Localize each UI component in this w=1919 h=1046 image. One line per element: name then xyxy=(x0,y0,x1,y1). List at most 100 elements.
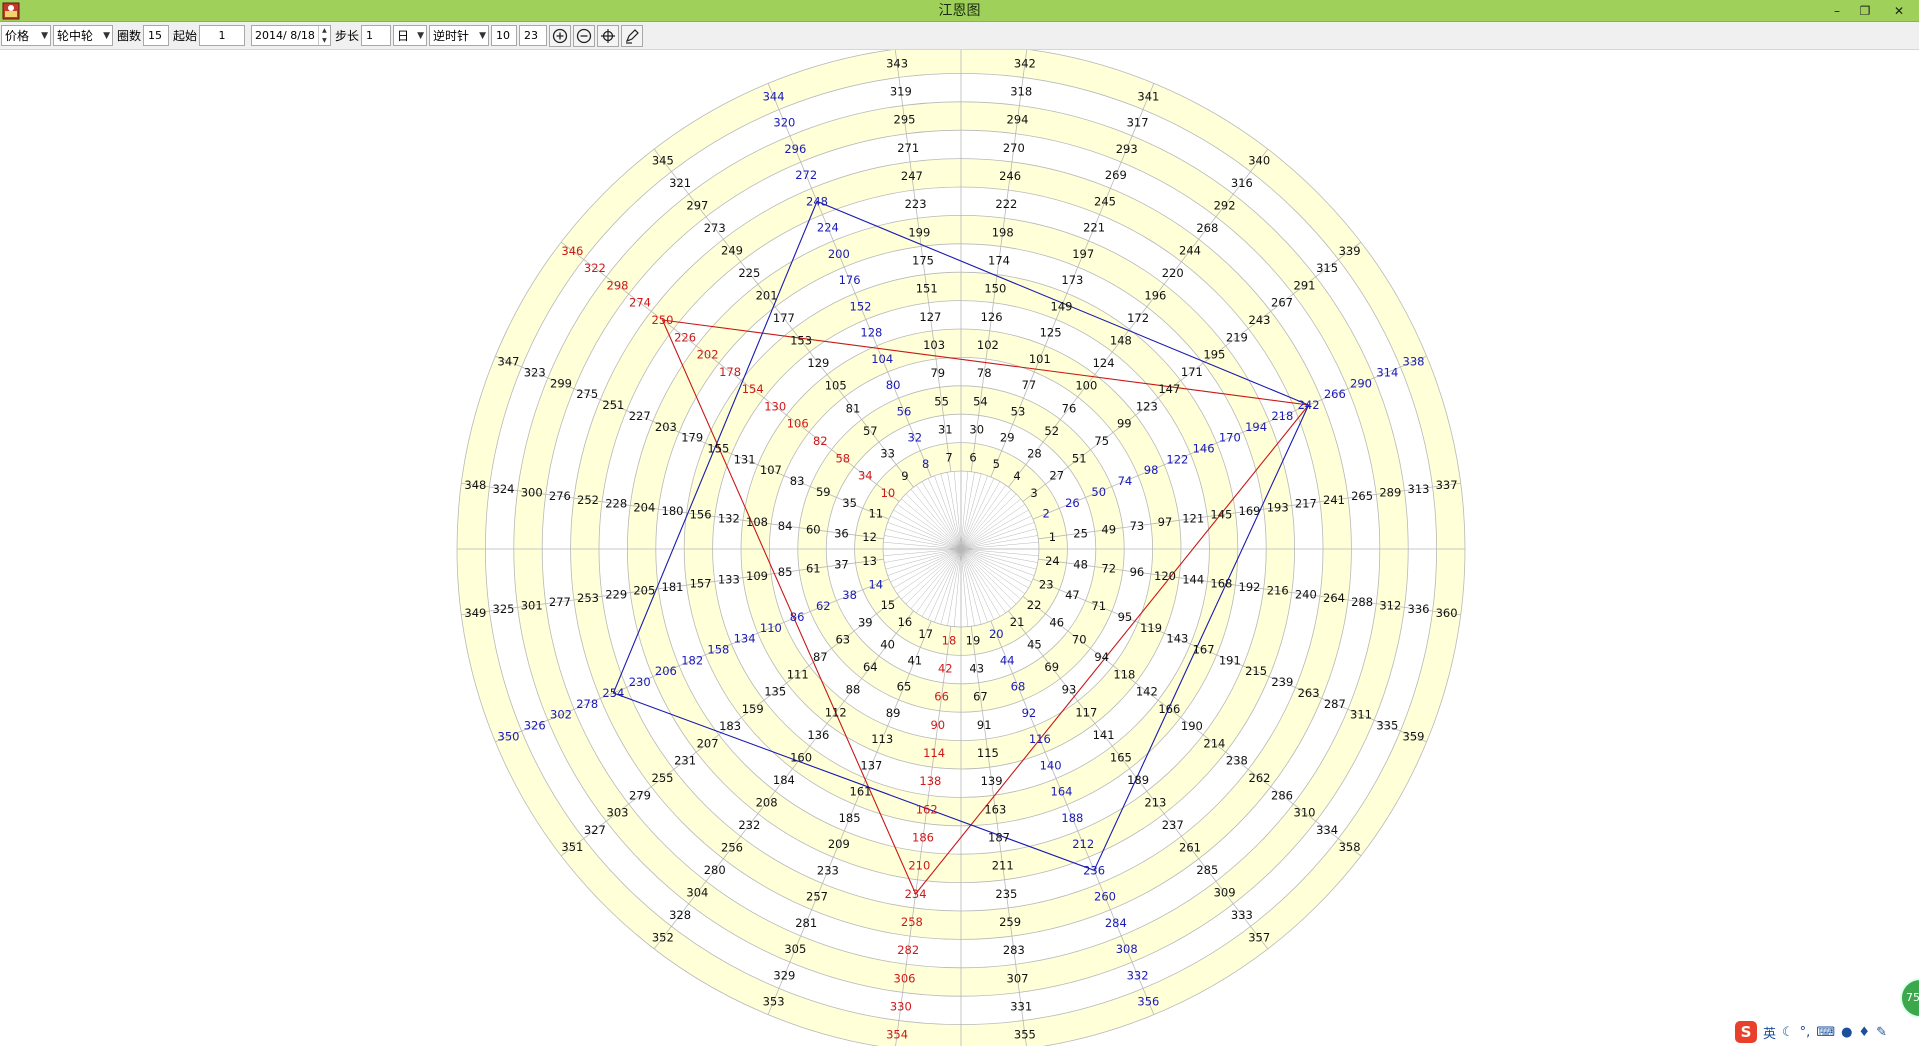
wheel-number: 218 xyxy=(1271,409,1293,423)
wheel-number: 190 xyxy=(1181,719,1203,733)
wheel-number: 350 xyxy=(498,729,520,743)
direction-select[interactable]: 逆时针 ▼ xyxy=(429,25,490,46)
gann-wheel[interactable]: 1234567891011121314151617 18 19 20212223242… xyxy=(0,50,1919,1046)
wheel-number: 294 xyxy=(1007,113,1029,127)
wheel-number: 82 xyxy=(813,434,828,448)
wheel-number: 87 xyxy=(813,650,828,664)
wrench-icon[interactable]: ✎ xyxy=(1876,1025,1887,1040)
wheel-number: 38 xyxy=(842,588,857,602)
user-icon[interactable]: ● xyxy=(1841,1025,1852,1040)
wheel-number: 182 xyxy=(681,653,703,667)
wheel-number: 256 xyxy=(721,841,743,855)
wheel-number: 324 xyxy=(493,482,515,496)
date-picker[interactable]: 2014/ 8/18 ▲ ▼ xyxy=(251,25,332,46)
wheel-number: 349 xyxy=(464,606,486,620)
wheel-number: 146 xyxy=(1193,442,1215,456)
wheel-number: 329 xyxy=(773,968,795,982)
keyboard-icon[interactable]: ⌨ xyxy=(1816,1025,1835,1040)
wheel-number: 46 xyxy=(1049,615,1064,629)
wheel-number: 59 xyxy=(816,485,831,499)
mode-select[interactable]: 轮中轮 ▼ xyxy=(53,25,113,46)
wheel-number: 291 xyxy=(1294,278,1316,292)
moon-icon[interactable]: ☾ xyxy=(1782,1025,1794,1040)
wheel-number: 318 xyxy=(1010,85,1032,99)
minimize-button[interactable]: – xyxy=(1823,0,1851,22)
wheel-number: 16 xyxy=(898,615,913,629)
wheel-number: 322 xyxy=(584,261,606,275)
wheel-number: 89 xyxy=(886,706,901,720)
zoom-out-button[interactable] xyxy=(573,24,596,47)
wheel-number: 40 xyxy=(880,638,895,652)
zoom-in-icon xyxy=(552,28,568,43)
wheel-number: 63 xyxy=(835,633,850,647)
zoom-in-button[interactable] xyxy=(549,24,572,47)
wheel-number: 83 xyxy=(790,474,805,488)
wheel-number: 262 xyxy=(1249,771,1271,785)
wheel-number: 110 xyxy=(760,621,782,635)
wheel-number: 230 xyxy=(629,675,651,689)
shirt-icon[interactable]: ♦ xyxy=(1858,1025,1870,1040)
wheel-number: 113 xyxy=(871,732,893,746)
wheel-number: 169 xyxy=(1239,504,1261,518)
unit-select[interactable]: 日 ▼ xyxy=(393,25,428,46)
punctuation-icon[interactable]: °, xyxy=(1800,1025,1811,1040)
wheel-number: 48 xyxy=(1073,558,1088,572)
wheel-number: 97 xyxy=(1158,515,1173,529)
wheel-number: 352 xyxy=(652,931,674,945)
wheel-number: 36 xyxy=(834,526,849,540)
start-input[interactable]: 1 xyxy=(199,25,246,46)
wheel-number: 58 xyxy=(835,451,850,465)
wheel-number: 144 xyxy=(1182,573,1204,587)
wheel-number: 167 xyxy=(1193,643,1215,657)
wheel-number: 246 xyxy=(999,169,1021,183)
price-select-value: 价格 xyxy=(5,29,30,43)
wheel-number: 178 xyxy=(719,365,741,379)
wheel-number: 204 xyxy=(633,500,655,514)
wheel-number: 126 xyxy=(981,310,1003,324)
draw-button[interactable] xyxy=(621,24,644,47)
wheel-number: 292 xyxy=(1214,199,1236,213)
step-input[interactable]: 1 xyxy=(361,25,392,46)
wheel-number: 287 xyxy=(1324,697,1346,711)
wheel-number: 141 xyxy=(1093,728,1115,742)
wheel-number: 360 xyxy=(1436,606,1458,620)
wheel-number: 15 xyxy=(881,598,896,612)
wheel-number: 29 xyxy=(1000,431,1015,445)
ime-icon[interactable]: S xyxy=(1735,1021,1757,1043)
wheel-number: 147 xyxy=(1158,382,1180,396)
toolbar: 价格 ▼ 轮中轮 ▼ 圈数 15 起始 1 2014/ 8/18 ▲ ▼ 步长 1… xyxy=(0,22,1919,50)
wheel-number: 24 xyxy=(1045,554,1060,568)
value-a-input[interactable]: 10 xyxy=(491,25,518,46)
wheel-number: 330 xyxy=(890,1000,912,1014)
wheel-number: 154 xyxy=(742,382,764,396)
wheel-number: 212 xyxy=(1072,837,1094,851)
price-select[interactable]: 价格 ▼ xyxy=(1,25,51,46)
wheel-number: 51 xyxy=(1072,451,1087,465)
wheel-number: 18 xyxy=(942,633,957,647)
wheel-number: 282 xyxy=(897,943,919,957)
wheel-number: 359 xyxy=(1403,729,1425,743)
wheel-number: 286 xyxy=(1271,788,1293,802)
wheel-number: 264 xyxy=(1323,591,1345,605)
wheel-number: 338 xyxy=(1403,355,1425,369)
chevron-down-icon: ▼ xyxy=(41,30,48,41)
value-b-input[interactable]: 23 xyxy=(519,25,548,46)
wheel-number: 119 xyxy=(1140,621,1162,635)
wheel-number: 116 xyxy=(1029,732,1051,746)
wheel-number: 181 xyxy=(662,580,684,594)
close-button[interactable]: ✕ xyxy=(1879,0,1919,22)
rings-input[interactable]: 15 xyxy=(143,25,170,46)
wheel-number: 37 xyxy=(834,558,849,572)
wheel-number: 33 xyxy=(880,446,895,460)
ime-language[interactable]: 英 xyxy=(1763,1023,1776,1042)
wheel-number: 203 xyxy=(655,420,677,434)
wheel-number: 26 xyxy=(1065,496,1080,510)
wheel-number: 247 xyxy=(901,169,923,183)
restore-button[interactable]: ❐ xyxy=(1851,0,1879,22)
wheel-number: 239 xyxy=(1271,675,1293,689)
wheel-number: 220 xyxy=(1162,266,1184,280)
date-spinner[interactable]: ▲ ▼ xyxy=(317,26,330,45)
wheel-number: 216 xyxy=(1267,584,1289,598)
wheel-number: 333 xyxy=(1231,908,1253,922)
center-button[interactable] xyxy=(597,24,620,47)
